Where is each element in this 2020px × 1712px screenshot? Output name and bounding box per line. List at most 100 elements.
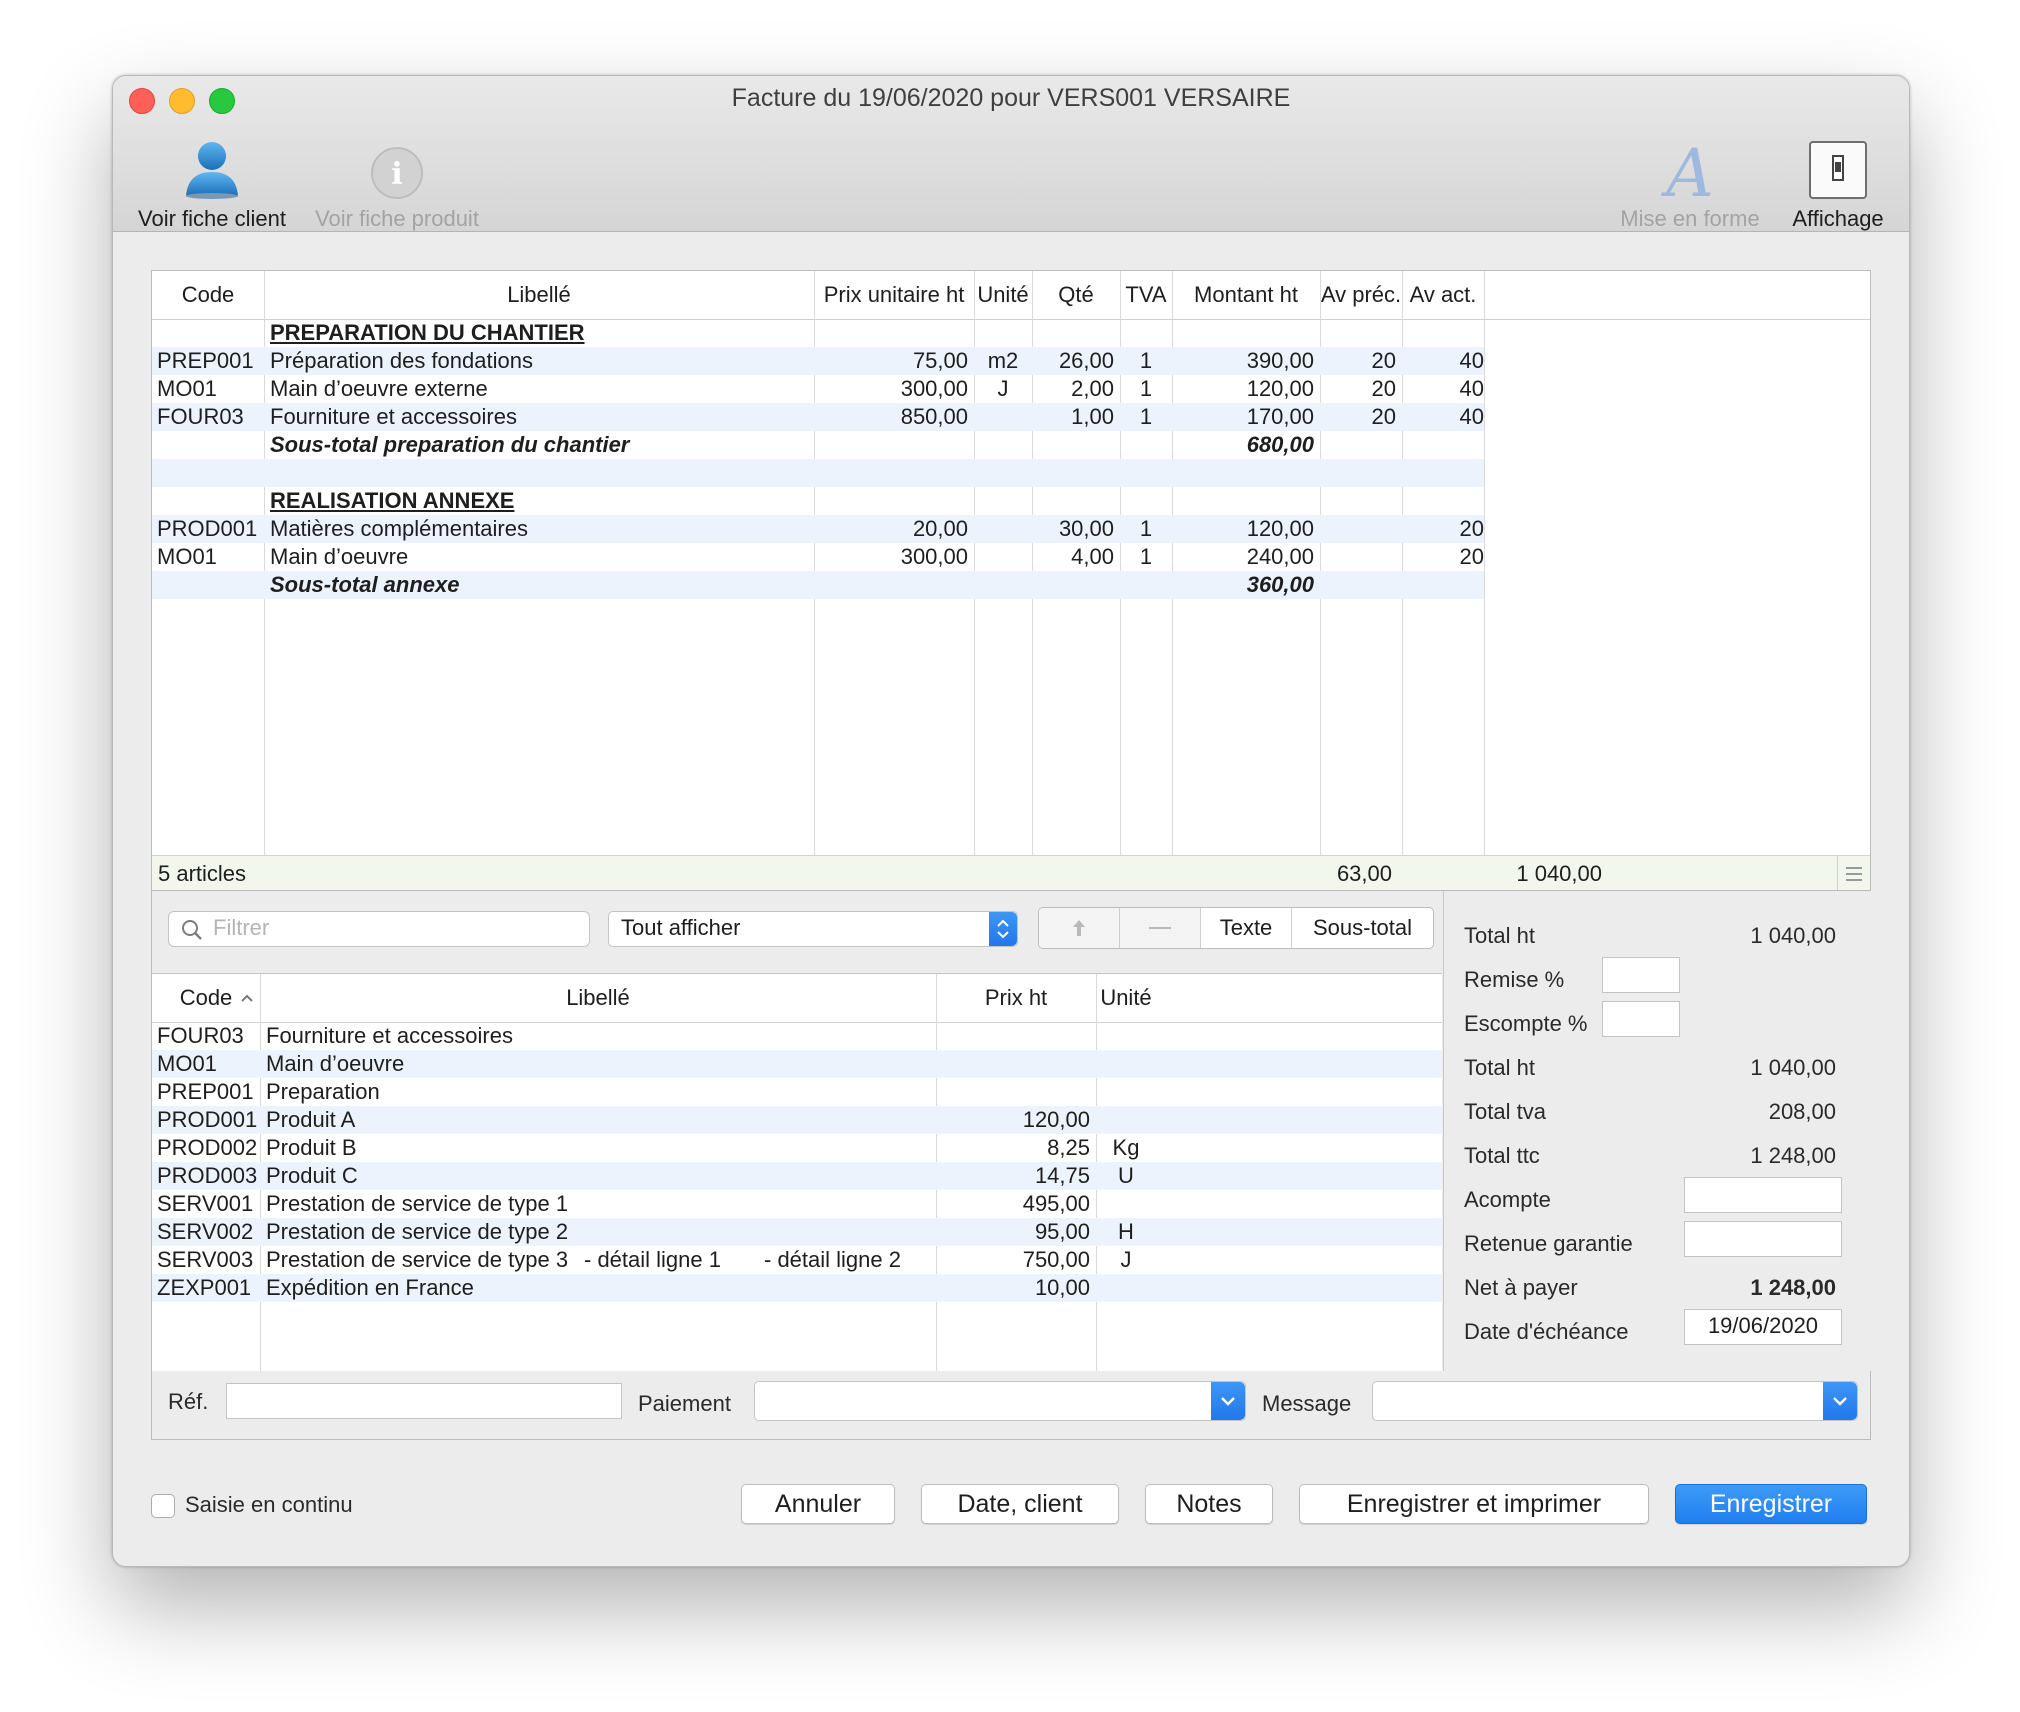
sort-ascending-icon[interactable] xyxy=(240,990,254,1008)
invoice-cell-unit xyxy=(974,515,1032,543)
article-count: 5 articles xyxy=(158,861,247,886)
catalog-col-header[interactable]: Unité xyxy=(1096,974,1156,1022)
invoice-col-header[interactable]: Unité xyxy=(974,271,1032,319)
continuous-checkbox[interactable] xyxy=(151,1494,175,1518)
invoice-cell-code xyxy=(157,571,264,599)
chevron-down-icon xyxy=(1211,1382,1245,1420)
show-select[interactable]: Tout afficher xyxy=(608,911,1018,947)
invoice-cell-amount: 680,00 xyxy=(1246,432,1314,457)
invoice-cell-price xyxy=(814,459,968,487)
catalog-row[interactable]: PROD001 Produit A 120,00 xyxy=(152,1106,1442,1134)
invoice-cell-code xyxy=(157,319,264,347)
invoice-col-header[interactable]: Libellé xyxy=(264,271,814,319)
catalog-row[interactable]: PREP001 Preparation xyxy=(152,1078,1442,1106)
invoice-cell-unit xyxy=(974,571,1032,599)
invoice-col-header[interactable]: Montant ht xyxy=(1172,271,1320,319)
remove-line-button[interactable] xyxy=(1120,908,1201,948)
notes-button[interactable]: Notes xyxy=(1145,1484,1273,1524)
invoice-cell-unit: J xyxy=(997,376,1009,401)
catalog-cell-code: PROD003 xyxy=(157,1163,258,1188)
remise-input[interactable] xyxy=(1602,957,1680,993)
catalog-col-header[interactable]: Libellé xyxy=(260,974,936,1022)
catalog-cell-code: ZEXP001 xyxy=(157,1275,252,1300)
invoice-row[interactable]: Sous-total preparation du chantier 680,00 xyxy=(152,431,1484,459)
catalog-row[interactable]: SERV001 Prestation de service de type 1 49… xyxy=(152,1190,1442,1218)
catalog-col-header[interactable]: Prix ht xyxy=(936,974,1096,1022)
catalog-cell-extra1 xyxy=(584,1134,784,1162)
invoice-col-header[interactable]: Prix unitaire ht xyxy=(814,271,974,319)
catalog-row[interactable]: PROD003 Produit C 14,75 U xyxy=(152,1162,1442,1190)
invoice-row[interactable]: PREP001 Préparation des fondations 75,00 m2… xyxy=(152,347,1484,375)
arrow-up-icon xyxy=(1073,920,1085,936)
invoice-row[interactable]: FOUR03 Fourniture et accessoires 850,00 1,0… xyxy=(152,403,1484,431)
date-client-button[interactable]: Date, client xyxy=(921,1484,1119,1524)
cancel-button[interactable]: Annuler xyxy=(741,1484,895,1524)
invoice-row[interactable]: MO01 Main d’oeuvre externe 300,00 J 2,00 1 120… xyxy=(152,375,1484,403)
catalog-cell-price: 14,75 xyxy=(1034,1163,1090,1188)
invoice-cell-code xyxy=(157,487,264,515)
catalog-cell-unit xyxy=(1096,1022,1156,1050)
invoice-cell-price: 75,00 xyxy=(912,348,968,373)
invoice-cell-tva xyxy=(1120,459,1172,487)
add-subtotal-button[interactable]: Sous-total xyxy=(1292,908,1433,948)
invoice-cell-prev xyxy=(1320,319,1396,347)
retenue-input[interactable] xyxy=(1684,1221,1842,1257)
catalog-cell-unit xyxy=(1096,1050,1156,1078)
invoice-cell-label: Préparation des fondations xyxy=(270,348,533,373)
invoice-cell-act: 20 xyxy=(1459,516,1484,541)
total-ht-label: Total ht xyxy=(1464,923,1535,948)
message-select[interactable] xyxy=(1372,1381,1858,1421)
invoice-row[interactable] xyxy=(152,459,1484,487)
filter-input[interactable]: Filtrer xyxy=(168,911,590,947)
view-product-button[interactable]: i Voir fiche produit xyxy=(307,132,487,232)
catalog-cell-extra2 xyxy=(764,1134,964,1162)
catalog-row[interactable]: FOUR03 Fourniture et accessoires xyxy=(152,1022,1442,1050)
invoice-row[interactable]: PREPARATION DU CHANTIER xyxy=(152,319,1484,347)
letter-a-icon: A xyxy=(1615,132,1765,200)
save-button[interactable]: Enregistrer xyxy=(1675,1484,1867,1524)
catalog-row[interactable]: PROD002 Produit B 8,25 Kg xyxy=(152,1134,1442,1162)
move-up-button[interactable] xyxy=(1039,908,1120,948)
view-customer-button[interactable]: Voir fiche client xyxy=(127,132,297,232)
invoice-cell-amount xyxy=(1172,319,1314,347)
retenue-label: Retenue garantie xyxy=(1464,1231,1633,1256)
invoice-col-header[interactable]: Qté xyxy=(1032,271,1120,319)
total-ht-value: 1 040,00 xyxy=(1750,923,1836,948)
catalog-row[interactable]: SERV003 Prestation de service de type 3- … xyxy=(152,1246,1442,1274)
invoice-row[interactable]: MO01 Main d’oeuvre 300,00 4,00 1 240,00 20 xyxy=(152,543,1484,571)
svg-text:A: A xyxy=(1660,138,1714,200)
invoice-col-header[interactable]: Code xyxy=(152,271,264,319)
invoice-col-header[interactable]: Av act. xyxy=(1402,271,1484,319)
invoice-cell-amount: 120,00 xyxy=(1246,376,1314,401)
catalog-panel: Filtrer Tout afficher Texte Sous-total C… xyxy=(151,890,1871,1372)
invoice-cell-amount: 170,00 xyxy=(1246,404,1314,429)
net-label: Net à payer xyxy=(1464,1275,1578,1300)
invoice-cell-amount xyxy=(1172,487,1314,515)
catalog-row[interactable]: ZEXP001 Expédition en France 10,00 xyxy=(152,1274,1442,1302)
columns-menu-icon[interactable] xyxy=(1837,856,1870,892)
invoice-cell-unit: m2 xyxy=(987,348,1019,373)
catalog-cell-unit xyxy=(1096,1274,1156,1302)
escompte-input[interactable] xyxy=(1602,1001,1680,1037)
invoice-col-header[interactable]: TVA xyxy=(1120,271,1172,319)
due-date-input[interactable]: 19/06/2020 xyxy=(1684,1309,1842,1345)
acompte-input[interactable] xyxy=(1684,1177,1842,1213)
payment-select[interactable] xyxy=(754,1381,1246,1421)
invoice-cell-qty xyxy=(1032,571,1114,599)
invoice-col-header[interactable]: Av préc. xyxy=(1320,271,1402,319)
due-date-value: 19/06/2020 xyxy=(1707,1313,1819,1338)
catalog-cell-price: 120,00 xyxy=(1022,1107,1090,1132)
save-print-button[interactable]: Enregistrer et imprimer xyxy=(1299,1484,1649,1524)
catalog-row[interactable]: MO01 Main d’oeuvre xyxy=(152,1050,1442,1078)
add-text-button[interactable]: Texte xyxy=(1201,908,1292,948)
search-icon xyxy=(182,920,202,940)
invoice-lines-table: Code Libellé Prix unitaire ht Unité Qté TVA Mo… xyxy=(151,270,1871,892)
ref-input[interactable] xyxy=(226,1383,622,1419)
display-button[interactable]: Affichage xyxy=(1773,132,1903,232)
invoice-row[interactable]: Sous-total annexe 360,00 xyxy=(152,571,1484,599)
invoice-row[interactable]: REALISATION ANNEXE xyxy=(152,487,1484,515)
catalog-row[interactable]: SERV002 Prestation de service de type 2 95… xyxy=(152,1218,1442,1246)
format-button[interactable]: A Mise en forme xyxy=(1615,132,1765,232)
catalog-cell-code: PREP001 xyxy=(157,1079,254,1104)
invoice-row[interactable]: PROD001 Matières complémentaires 20,00 30,0… xyxy=(152,515,1484,543)
